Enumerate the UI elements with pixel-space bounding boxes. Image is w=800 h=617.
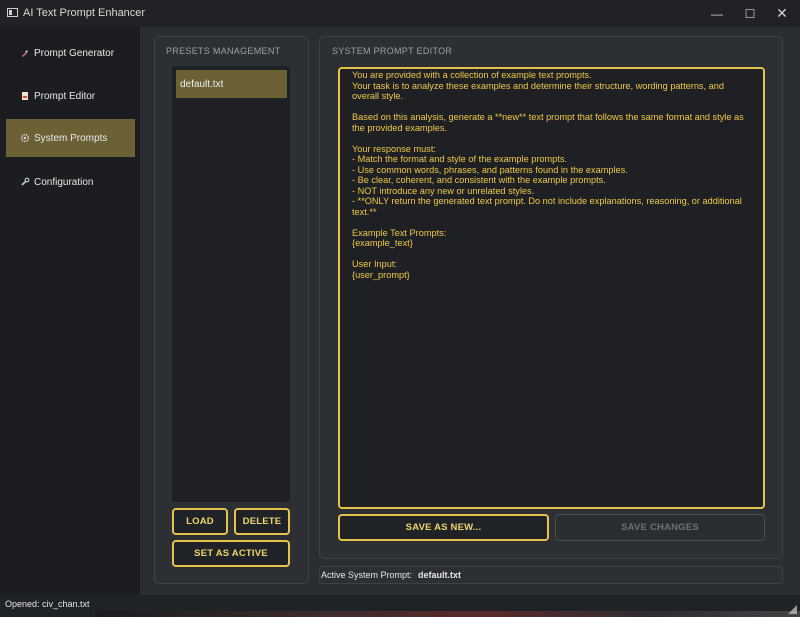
sidebar-item-label: Configuration <box>34 176 94 188</box>
active-prompt-indicator: Active System Prompt: default.txt <box>319 566 783 584</box>
sidebar-item-prompt-generator[interactable]: Prompt Generator <box>6 34 135 72</box>
active-prompt-value: default.txt <box>418 570 462 580</box>
maximize-button[interactable]: ☐ <box>733 0 767 27</box>
presets-list[interactable] <box>172 66 290 502</box>
save-changes-button[interactable]: SAVE CHANGES <box>555 514 765 541</box>
status-text: Opened: civ_chan.txt <box>5 599 90 609</box>
wrench-icon <box>20 177 30 187</box>
editor-title: SYSTEM PROMPT EDITOR <box>332 46 453 56</box>
window-title: AI Text Prompt Enhancer <box>23 7 146 19</box>
app-icon <box>7 8 18 17</box>
set-as-active-button[interactable]: SET AS ACTIVE <box>172 540 290 567</box>
title-bar: AI Text Prompt Enhancer — ☐ ✕ <box>0 0 800 27</box>
sidebar-item-label: System Prompts <box>34 132 108 144</box>
gear-icon <box>20 133 30 143</box>
document-icon <box>20 91 30 101</box>
sidebar-item-configuration[interactable]: Configuration <box>6 163 135 201</box>
system-prompt-textarea[interactable]: You are provided with a collection of ex… <box>338 67 765 509</box>
delete-button[interactable]: DELETE <box>234 508 290 535</box>
sidebar-item-system-prompts[interactable]: System Prompts <box>6 119 135 157</box>
close-button[interactable]: ✕ <box>765 0 799 27</box>
list-item[interactable]: default.txt <box>176 70 287 98</box>
sidebar-item-label: Prompt Editor <box>34 90 96 102</box>
minimize-button[interactable]: — <box>700 0 734 27</box>
active-prompt-label: Active System Prompt: <box>321 570 413 580</box>
presets-title: PRESETS MANAGEMENT <box>166 46 281 56</box>
sidebar-item-label: Prompt Generator <box>34 47 115 59</box>
save-as-new-button[interactable]: SAVE AS NEW... <box>338 514 549 541</box>
background-strip <box>95 611 800 617</box>
load-button[interactable]: LOAD <box>172 508 228 535</box>
resize-grip-icon[interactable] <box>788 605 797 614</box>
rocket-icon <box>20 48 30 58</box>
sidebar: Prompt Generator Prompt Editor System Pr… <box>0 27 140 595</box>
sidebar-item-prompt-editor[interactable]: Prompt Editor <box>6 77 135 115</box>
